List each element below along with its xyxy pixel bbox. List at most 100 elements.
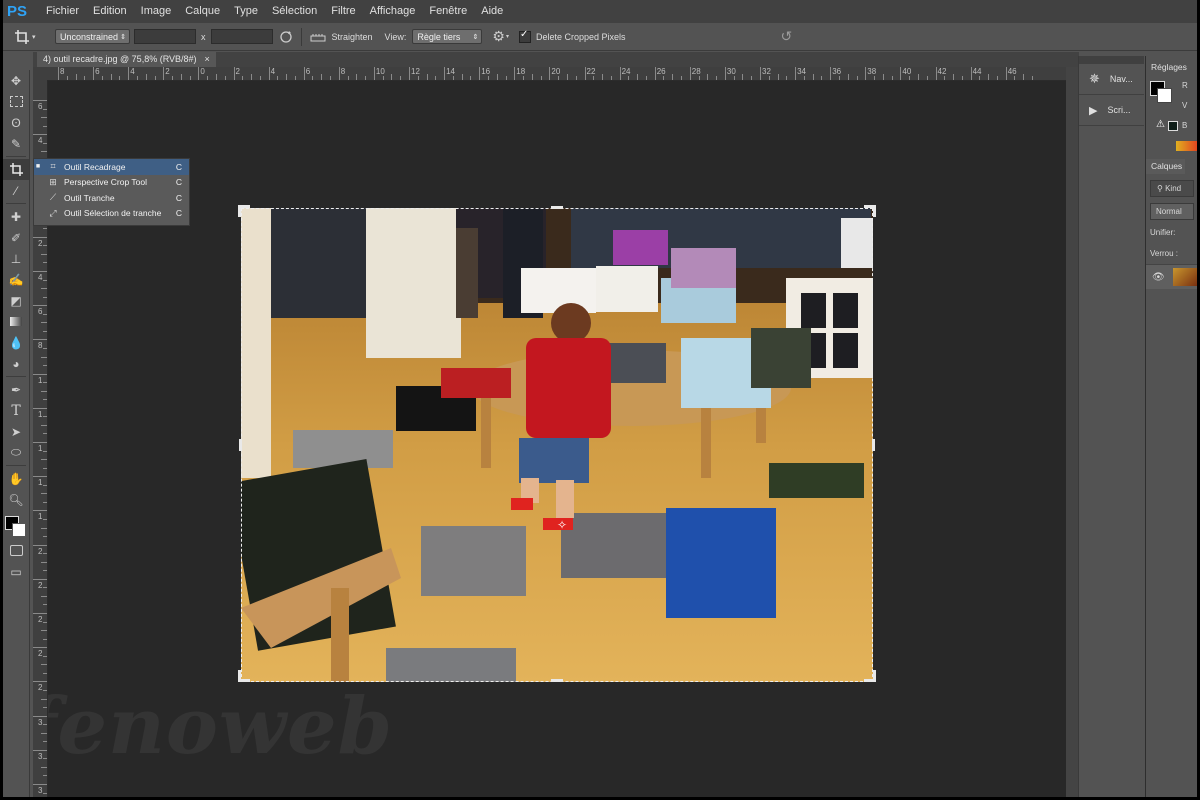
layer-row[interactable]: 👁︎ [1146, 264, 1197, 289]
width-field[interactable] [134, 29, 196, 44]
gradient-tool-icon[interactable] [3, 311, 29, 332]
crop-handle-bottom-right-v[interactable] [873, 670, 876, 682]
reglages-panel-tab[interactable]: Réglages [1146, 60, 1197, 75]
tool-preset-picker[interactable]: ▾ [15, 29, 45, 44]
type-tool-icon[interactable]: T [3, 400, 29, 421]
menu-selection[interactable]: Sélection [265, 0, 324, 23]
menu-fichier[interactable]: Fichier [39, 0, 86, 23]
ruler-h-subtick [882, 74, 884, 80]
color-swatches[interactable] [3, 510, 29, 540]
ruler-h-label: 22 [586, 67, 596, 76]
ellipse-tool-icon[interactable]: ⬭ [3, 442, 29, 463]
hand-tool-icon[interactable]: ✋ [3, 468, 29, 489]
menu-calque[interactable]: Calque [178, 0, 227, 23]
crop-bounding-box[interactable] [241, 208, 873, 682]
reset-icon[interactable]: ↺ [781, 28, 793, 45]
marquee-tool-icon[interactable] [3, 91, 29, 112]
healing-brush-tool-icon[interactable]: ✚ [3, 206, 29, 227]
ruler-h-subtick [540, 76, 542, 80]
ruler-h-subtick [312, 76, 314, 80]
ruler-v-subtick [43, 433, 47, 435]
color-ramp[interactable] [1176, 141, 1197, 151]
eyedropper-tool-icon[interactable]: ⁄ [3, 180, 29, 201]
layer-filter-kind[interactable]: ⚲ Kind [1150, 180, 1194, 197]
eraser-tool-icon[interactable]: ◩ [3, 290, 29, 311]
navigator-panel-button[interactable]: ✵ Nav... [1079, 64, 1144, 95]
gear-icon[interactable]: ⚙ [492, 28, 505, 45]
screen-mode-icon[interactable]: ▭ [3, 561, 29, 582]
background-color-swatch[interactable] [12, 523, 26, 537]
crop-handle-top-right-v[interactable] [873, 205, 876, 217]
document-tab[interactable]: 4) outil recadre.jpg @ 75,8% (RVB/8#) × [37, 52, 216, 67]
ruler-h-subtick [681, 76, 683, 80]
dodge-tool-icon[interactable]: ◕ [3, 353, 29, 374]
canvas-area[interactable]: ✧ fenoweb [48, 81, 1066, 797]
ruler-h-tick [724, 67, 726, 80]
lasso-tool-icon[interactable]: ʘ [3, 112, 29, 133]
history-brush-tool-icon[interactable]: ✍ [3, 269, 29, 290]
ruler-h-subtick [628, 76, 630, 80]
calques-panel-tab[interactable]: Calques [1146, 159, 1185, 174]
brush-tool-icon[interactable]: ✐ [3, 227, 29, 248]
crop-handle-top[interactable] [551, 206, 563, 209]
color-panel: R V ⚠ B [1146, 75, 1197, 137]
ruler-h-subtick [487, 76, 489, 80]
zoom-tool-icon[interactable]: 🔍︎ [3, 489, 29, 510]
menu-fenetre[interactable]: Fenêtre [422, 0, 474, 23]
menu-edition[interactable]: Edition [86, 0, 134, 23]
ruler-v-tick [33, 305, 47, 307]
ruler-h-subtick [426, 74, 428, 80]
ruler-h-label: 2 [235, 67, 240, 76]
websafe-swatch[interactable] [1168, 121, 1178, 131]
height-field[interactable] [210, 29, 273, 44]
crop-handle-bottom[interactable] [551, 679, 563, 682]
menu-type[interactable]: Type [227, 0, 265, 23]
flyout-item-crop[interactable]: ■ ⌗ Outil Recadrage C [34, 159, 189, 175]
move-tool-icon[interactable]: ✥ [3, 70, 29, 91]
flyout-item-perspective-crop[interactable]: ⊞ Perspective Crop Tool C [34, 175, 189, 191]
crop-handle-right[interactable] [872, 439, 875, 451]
menu-aide[interactable]: Aide [474, 0, 510, 23]
crop-tool-icon[interactable] [3, 159, 29, 180]
ruler-h-tick [163, 67, 165, 80]
close-icon[interactable]: × [205, 52, 210, 67]
ruler-v-tick [33, 647, 47, 649]
pen-tool-icon[interactable]: ✒ [3, 379, 29, 400]
collapsed-panel-dock: ✵ Nav... ▶ Scri... [1078, 56, 1144, 797]
quick-selection-tool-icon[interactable]: ✎ [3, 133, 29, 154]
ruler-h-tick [373, 67, 375, 80]
ruler-h-tick [654, 67, 656, 80]
ruler-v-subtick [43, 775, 47, 777]
blur-tool-icon[interactable]: 💧 [3, 332, 29, 353]
selected-bullet-icon: ■ [35, 163, 41, 171]
ruler-v-tick [33, 339, 47, 341]
ruler-v-label: 2 [38, 649, 43, 659]
menu-image[interactable]: Image [134, 0, 179, 23]
ruler-h-subtick [382, 76, 384, 80]
scripts-panel-button[interactable]: ▶ Scri... [1079, 95, 1144, 126]
clone-stamp-tool-icon[interactable]: ⊥ [3, 248, 29, 269]
menu-filtre[interactable]: Filtre [324, 0, 362, 23]
background-color-swatch[interactable] [1157, 88, 1172, 103]
ruler-h-subtick [672, 74, 674, 80]
crop-handle-left[interactable] [239, 439, 242, 451]
menu-affichage[interactable]: Affichage [363, 0, 423, 23]
delete-cropped-checkbox[interactable] [518, 29, 531, 43]
crop-handle-top-left-v[interactable] [238, 205, 241, 217]
channel-r-label: R [1182, 81, 1188, 90]
straighten-icon[interactable] [310, 31, 326, 43]
ruler-v-tick [33, 442, 47, 443]
delete-cropped-option[interactable]: Delete Cropped Pixels [518, 29, 626, 43]
flyout-item-slice-select[interactable]: ⤢ Outil Sélection de tranche C [34, 206, 189, 222]
swap-rotate-icon[interactable] [279, 30, 293, 44]
blend-mode-dropdown[interactable]: Normal [1150, 203, 1194, 220]
flyout-item-slice[interactable]: ⟋ Outil Tranche C [34, 190, 189, 206]
straighten-label[interactable]: Straighten [332, 32, 373, 42]
ratio-dropdown[interactable]: Unconstrained ⇕ [55, 29, 130, 44]
eye-icon[interactable]: 👁︎ [1152, 272, 1165, 283]
view-dropdown[interactable]: Règle tiers ⇕ [412, 29, 483, 44]
path-selection-tool-icon[interactable]: ➤ [3, 421, 29, 442]
ruler-h-label: 6 [305, 67, 311, 76]
ruler-h-tick [479, 67, 481, 80]
quick-mask-icon[interactable] [3, 540, 29, 561]
